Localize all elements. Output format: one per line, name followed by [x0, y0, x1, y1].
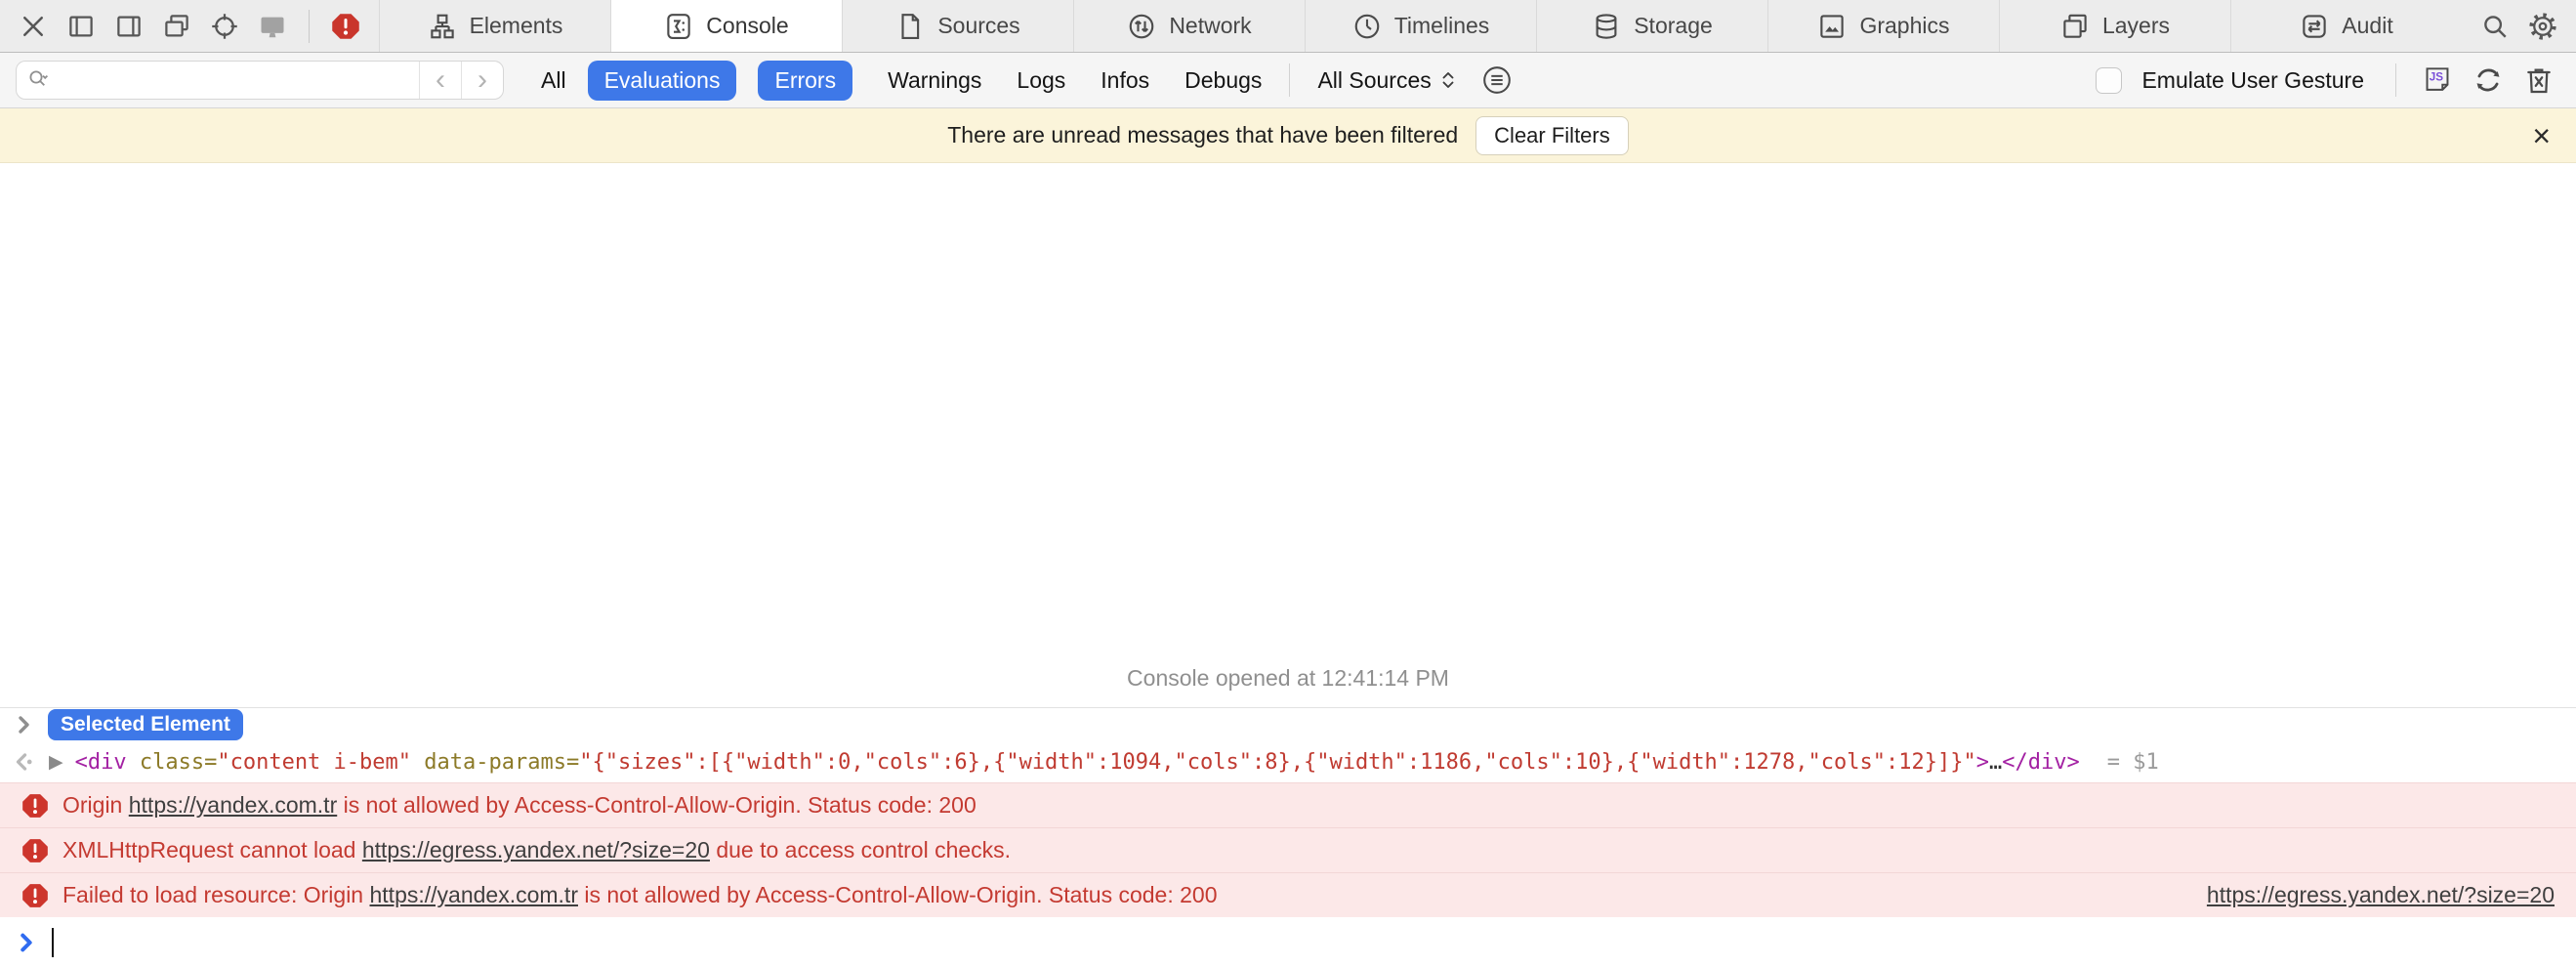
error-message: XMLHttpRequest cannot load https://egres… — [62, 837, 1011, 863]
filter-warnings[interactable]: Warnings — [888, 67, 981, 94]
next-result-button[interactable]: › — [461, 62, 503, 99]
filter-logs[interactable]: Logs — [1017, 67, 1065, 94]
tab-label: Storage — [1634, 13, 1713, 39]
error-source-link[interactable]: https://egress.yandex.net/?size=20 — [2207, 882, 2555, 908]
console-filter-bar: ‹ › All Evaluations Errors Warnings Logs… — [0, 53, 2576, 108]
selected-element-value-row: ▶ <div class="content i-bem" data-params… — [0, 741, 2576, 782]
attr1-name-token: class= — [140, 750, 217, 775]
filterbar-divider — [1289, 63, 1290, 97]
clear-filters-button[interactable]: Clear Filters — [1475, 116, 1629, 155]
tab-audit[interactable]: Audit — [2230, 0, 2462, 52]
search-icon[interactable] — [2479, 11, 2511, 42]
expand-triangle-icon[interactable]: ▶ — [49, 751, 63, 773]
reload-icon[interactable] — [2472, 64, 2504, 96]
previous-result-button[interactable]: ‹ — [419, 62, 461, 99]
filter-debugs[interactable]: Debugs — [1184, 67, 1262, 94]
selected-element-row: Selected Element — [0, 707, 2576, 741]
attr2-name-token: data-params= — [424, 750, 579, 775]
dock-left-icon[interactable] — [65, 11, 97, 42]
tab-label: Audit — [2342, 13, 2392, 39]
tab-elements[interactable]: Elements — [379, 0, 610, 52]
tab-sources[interactable]: Sources — [842, 0, 1073, 52]
detach-window-icon[interactable] — [161, 11, 192, 42]
tab-timelines[interactable]: Timelines — [1305, 0, 1536, 52]
sources-dropdown[interactable]: All Sources — [1317, 67, 1455, 94]
tab-label: Graphics — [1859, 13, 1949, 39]
console-error-row[interactable]: XMLHttpRequest cannot load https://egres… — [0, 827, 2576, 872]
close-inspector-icon[interactable] — [18, 11, 49, 42]
filter-all[interactable]: All — [541, 67, 566, 94]
filter-infos[interactable]: Infos — [1101, 67, 1149, 94]
tab-label: Sources — [937, 13, 1019, 39]
filterbar-divider-2 — [2395, 63, 2396, 97]
attr1-value-token: "content i-bem" — [217, 750, 411, 775]
toolbar-divider — [309, 10, 310, 43]
error-octagon-icon — [21, 882, 49, 909]
javascript-context-icon[interactable]: JS — [2422, 64, 2453, 96]
tab-label: Elements — [470, 13, 563, 39]
tab-network[interactable]: Network — [1073, 0, 1305, 52]
console-input-history-icon — [12, 749, 37, 775]
inspector-tab-bar: Elements Console Sources Network Timelin… — [0, 0, 2576, 53]
error-message: Origin https://yandex.com.tr is not allo… — [62, 792, 976, 819]
tab-label: Network — [1169, 13, 1251, 39]
element-picker-icon[interactable] — [209, 11, 240, 42]
selected-element-badge[interactable]: Selected Element — [48, 709, 243, 740]
ellipsis-token: … — [1989, 750, 2002, 775]
left-tool-cluster — [0, 0, 379, 52]
panel-tabs: Elements Console Sources Network Timelin… — [379, 0, 2462, 52]
console-error-row[interactable]: Origin https://yandex.com.tr is not allo… — [0, 782, 2576, 827]
banner-close-icon[interactable]: × — [2532, 120, 2551, 151]
clear-console-trash-icon[interactable] — [2523, 64, 2555, 96]
tab-storage[interactable]: Storage — [1536, 0, 1767, 52]
error-octagon-icon — [21, 837, 49, 864]
web-inspector-window: Elements Console Sources Network Timelin… — [0, 0, 2576, 967]
emulate-user-gesture-label: Emulate User Gesture — [2141, 67, 2364, 94]
tab-label: Console — [706, 13, 788, 39]
console-options-menu-icon[interactable] — [1481, 64, 1513, 96]
attr2-value-token: "{"sizes":[{"width":0,"cols":6},{"width"… — [579, 750, 1975, 775]
emulate-user-gesture-checkbox[interactable] — [2096, 67, 2122, 94]
filter-errors[interactable]: Errors — [758, 61, 852, 101]
tab-layers[interactable]: Layers — [1999, 0, 2230, 52]
gear-icon[interactable] — [2527, 11, 2558, 42]
filterbar-right-cluster: Emulate User Gesture JS — [2096, 63, 2560, 97]
error-message: Failed to load resource: Origin https://… — [62, 882, 1218, 908]
unread-messages-banner: There are unread messages that have been… — [0, 108, 2576, 163]
error-origin-link[interactable]: https://yandex.com.tr — [370, 882, 578, 907]
svg-text:JS: JS — [2430, 71, 2444, 84]
banner-text: There are unread messages that have been… — [947, 122, 1458, 148]
saved-result-ref: = $1 — [2107, 750, 2159, 775]
tab-label: Layers — [2102, 13, 2170, 39]
tag-open-token: <div — [75, 750, 127, 775]
search-filter-icon — [26, 67, 52, 93]
console-messages-area: Console opened at 12:41:14 PM — [0, 163, 2576, 707]
tab-graphics[interactable]: Graphics — [1767, 0, 1999, 52]
console-opened-timestamp: Console opened at 12:41:14 PM — [1127, 665, 1449, 707]
prompt-chevron-icon — [18, 931, 36, 954]
device-settings-icon[interactable] — [257, 11, 288, 42]
right-tool-cluster — [2462, 0, 2576, 52]
error-count-badge-icon[interactable] — [330, 11, 361, 42]
console-prompt-row[interactable] — [0, 917, 2576, 967]
sources-dropdown-value: All Sources — [1317, 67, 1431, 94]
tag-close-token: </div> — [2002, 750, 2079, 775]
error-origin-link[interactable]: https://yandex.com.tr — [129, 792, 337, 818]
dock-right-icon[interactable] — [113, 11, 145, 42]
console-search-group: ‹ › — [16, 61, 504, 100]
bracket-close-token: > — [1976, 750, 1989, 775]
tab-label: Timelines — [1394, 13, 1490, 39]
text-caret — [52, 928, 54, 957]
chevron-up-down-icon — [1440, 68, 1456, 92]
console-filter-input[interactable] — [58, 66, 409, 94]
console-search-box[interactable] — [17, 62, 419, 99]
element-source-code[interactable]: <div class="content i-bem" data-params="… — [75, 750, 2159, 775]
filter-evaluations[interactable]: Evaluations — [588, 61, 737, 101]
error-request-link[interactable]: https://egress.yandex.net/?size=20 — [362, 837, 710, 862]
console-error-row[interactable]: Failed to load resource: Origin https://… — [0, 872, 2576, 917]
error-octagon-icon — [21, 792, 49, 820]
disclosure-chevron-icon[interactable] — [16, 714, 33, 736]
tab-console[interactable]: Console — [610, 0, 842, 52]
